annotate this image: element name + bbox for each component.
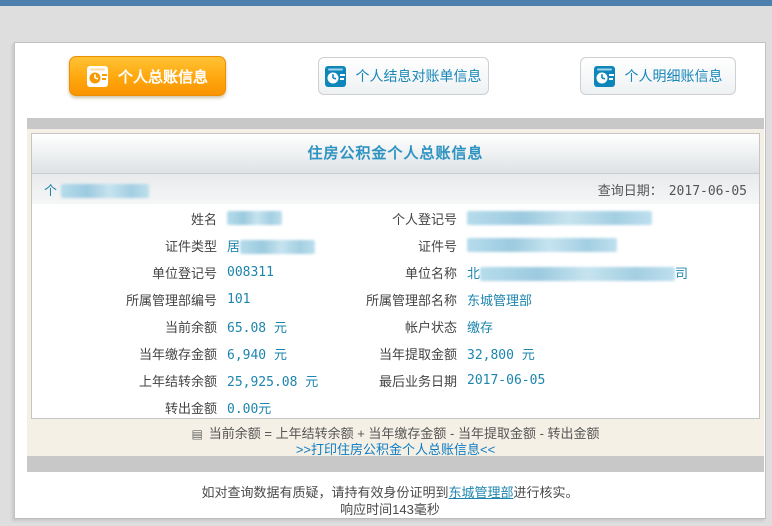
field-value: 东城管理部 (467, 293, 533, 308)
tab-personal-general-ledger[interactable]: 个人总账信息 (69, 56, 226, 96)
person-identity: 个 (44, 180, 149, 199)
field-value-text: 居 (227, 239, 241, 254)
formula-text: 当前余额 = 上年结转余额 + 当年缴存金额 - 当年提取金额 - 转出金额 (208, 426, 600, 441)
notice-text: 进行核实。 (513, 485, 579, 500)
tab-label: 个人明细账信息 (624, 68, 723, 84)
field-label: 帐户状态 (404, 320, 457, 335)
account-info-card: 住房公积金个人总账信息 个 查询日期： 2017-06-05 姓名 个人登记号 (31, 133, 760, 419)
field-row: 姓名 个人登记号 (32, 205, 759, 232)
query-date-value: 2017-06-05 (668, 183, 747, 199)
content-region: 住房公积金个人总账信息 个 查询日期： 2017-06-05 姓名 个人登记号 (27, 129, 764, 458)
field-value: 缴存 (467, 320, 494, 335)
query-date: 查询日期： 2017-06-05 (598, 180, 747, 199)
field-label: 单位登记号 (151, 266, 217, 281)
field-label: 所属管理部名称 (365, 293, 457, 308)
tab-personal-detail-ledger[interactable]: 个人明细账信息 (580, 57, 736, 95)
field-label: 个人登记号 (391, 212, 457, 227)
field-value (457, 238, 759, 253)
field-value (457, 211, 759, 226)
report-icon (593, 65, 615, 87)
query-date-label: 查询日期： (597, 182, 663, 198)
notice-text: 如对查询数据有质疑，请持有效身份证明到 (201, 485, 449, 500)
top-accent-bar (0, 0, 772, 6)
field-row: 上年结转余额 25,925.08 元 最后业务日期 2017-06-05 (32, 367, 759, 394)
field-label: 上年结转余额 (138, 374, 217, 389)
field-label: 当年缴存金额 (138, 347, 217, 362)
field-label: 证件号 (417, 239, 457, 254)
redacted-value (467, 238, 617, 252)
tab-label: 个人结息对账单信息 (355, 68, 482, 84)
dept-link[interactable]: 东城管理部 (448, 485, 513, 500)
field-value: 25,925.08 元 (227, 375, 319, 390)
redacted-value (227, 211, 282, 225)
field-row: 当前余额 65.08 元 帐户状态 缴存 (32, 313, 759, 340)
field-row: 单位登记号 008311 单位名称 北司 (32, 259, 759, 286)
redacted-value (240, 240, 316, 254)
field-value: 北司 (457, 263, 759, 282)
print-ledger-link[interactable]: >>打印住房公积金个人总账信息<< (296, 442, 495, 457)
formula-line: ▤ 当前余额 = 上年结转余额 + 当年缴存金额 - 当年提取金额 - 转出金额 (27, 426, 764, 442)
separator-bar-bottom (27, 456, 764, 472)
field-value: 居 (217, 236, 357, 255)
field-value: 008311 (227, 265, 274, 280)
form-note-icon: ▤ (191, 427, 203, 441)
field-label: 姓名 (190, 212, 217, 227)
field-label: 所属管理部编号 (125, 293, 217, 308)
balance-formula: ▤ 当前余额 = 上年结转余额 + 当年缴存金额 - 当年提取金额 - 转出金额 … (27, 426, 764, 458)
field-label: 单位名称 (404, 266, 457, 281)
footer-notice: 如对查询数据有质疑，请持有效身份证明到东城管理部进行核实。 响应时间143毫秒 (15, 472, 765, 519)
field-value: 0.00元 (227, 402, 272, 417)
field-value: 6,940 元 (227, 348, 287, 363)
redacted-value (467, 211, 652, 225)
footer-line1: 如对查询数据有质疑，请持有效身份证明到东城管理部进行核实。 (15, 484, 765, 501)
redacted-value (480, 267, 676, 281)
field-value-text: 司 (675, 266, 689, 281)
field-value: 101 (227, 292, 251, 307)
field-value: 32,800 元 (467, 348, 535, 363)
field-value: 65.08 元 (227, 321, 287, 336)
field-label: 证件类型 (164, 239, 217, 254)
field-row: 所属管理部编号 101 所属管理部名称 东城管理部 (32, 286, 759, 313)
field-row: 证件类型 居 证件号 (32, 232, 759, 259)
field-label: 当前余额 (164, 320, 217, 335)
separator-bar-top (27, 118, 764, 129)
page-title: 住房公积金个人总账信息 (32, 134, 759, 174)
report-icon (86, 65, 108, 87)
info-row: 个 查询日期： 2017-06-05 (32, 174, 759, 204)
field-label: 当年提取金额 (378, 347, 457, 362)
field-label: 转出金额 (164, 401, 217, 416)
field-row: 当年缴存金额 6,940 元 当年提取金额 32,800 元 (32, 340, 759, 367)
field-label: 最后业务日期 (378, 374, 457, 389)
field-value: 2017-06-05 (467, 373, 546, 388)
field-table: 姓名 个人登记号 证件类型 居 证件号 单位登记号 008311 单位名称 北司 (32, 205, 759, 421)
field-value-text: 北 (467, 266, 481, 281)
tab-personal-interest-statement[interactable]: 个人结息对账单信息 (317, 57, 489, 95)
report-icon (324, 65, 346, 87)
tab-bar: 个人总账信息 个人结息对账单信息 个人明细账信息 (69, 53, 736, 99)
field-value (217, 211, 357, 226)
redacted-value (60, 183, 149, 198)
tab-label: 个人总账信息 (117, 68, 208, 86)
main-panel: 个人总账信息 个人结息对账单信息 个人明细账信息 住房公积金个人总账信息 个 查… (14, 42, 766, 519)
response-time: 响应时间143毫秒 (340, 502, 440, 517)
field-row: 转出金额 0.00元 (32, 394, 759, 421)
person-prefix: 个 (44, 182, 58, 198)
